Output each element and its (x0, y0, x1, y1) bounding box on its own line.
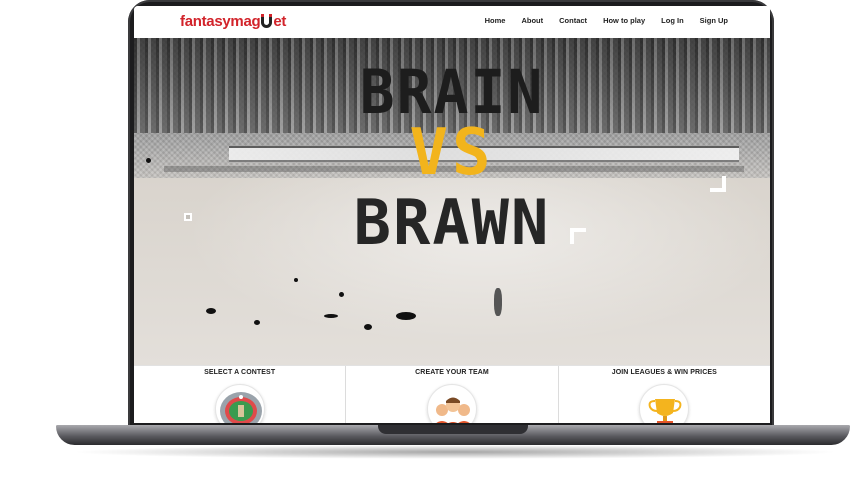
logo-text-start: fantasymag (180, 13, 261, 30)
step-title: SELECT A CONTEST (204, 369, 276, 376)
paint-splatter (339, 292, 344, 297)
paint-splatter (294, 278, 298, 282)
step-title: CREATE YOUR TEAM (415, 369, 489, 376)
nav-how-to-play[interactable]: How to play (603, 16, 645, 25)
paint-splatter (396, 312, 416, 320)
hero-title-brawn: BRAWN (353, 186, 551, 259)
step-create-team[interactable]: CREATE YOUR TEAM (346, 366, 559, 424)
nav-contact[interactable]: Contact (559, 16, 587, 25)
nav-home[interactable]: Home (485, 16, 506, 25)
stadium-icon (214, 384, 265, 424)
paint-splatter (206, 308, 216, 314)
corner-bracket-icon (570, 228, 586, 244)
laptop-shadow (70, 445, 840, 459)
laptop-screen: fantasymag et Home About Contact How to … (134, 6, 770, 424)
navbar: fantasymag et Home About Contact How to … (134, 6, 770, 38)
corner-bracket-icon (710, 176, 726, 192)
player-figure (494, 288, 502, 316)
nav-about[interactable]: About (521, 16, 543, 25)
site-logo[interactable]: fantasymag et (180, 12, 286, 30)
square-icon (184, 213, 192, 221)
paint-splatter (324, 314, 338, 318)
how-it-works-steps: SELECT A CONTEST CREATE YOUR TEAM JOIN L… (134, 365, 770, 424)
nav-sign-up[interactable]: Sign Up (700, 16, 728, 25)
hero-banner: BRAIN VS BRAWN (134, 38, 770, 365)
paint-splatter (254, 320, 260, 325)
hero-title-vs: VS (409, 116, 495, 190)
screen-bezel-bottom (134, 423, 770, 424)
step-title: JOIN LEAGUES & WIN PRICES (611, 369, 717, 376)
paint-splatter (364, 324, 372, 330)
nav-log-in[interactable]: Log In (661, 16, 684, 25)
trophy-icon (639, 384, 690, 424)
laptop-notch (378, 425, 528, 434)
step-join-leagues[interactable]: JOIN LEAGUES & WIN PRICES (559, 366, 770, 424)
step-select-contest[interactable]: SELECT A CONTEST (134, 366, 347, 424)
main-nav: Home About Contact How to play Log In Si… (469, 16, 728, 25)
logo-text-end: et (273, 13, 287, 30)
team-icon (426, 384, 477, 424)
magnet-icon (261, 14, 273, 28)
